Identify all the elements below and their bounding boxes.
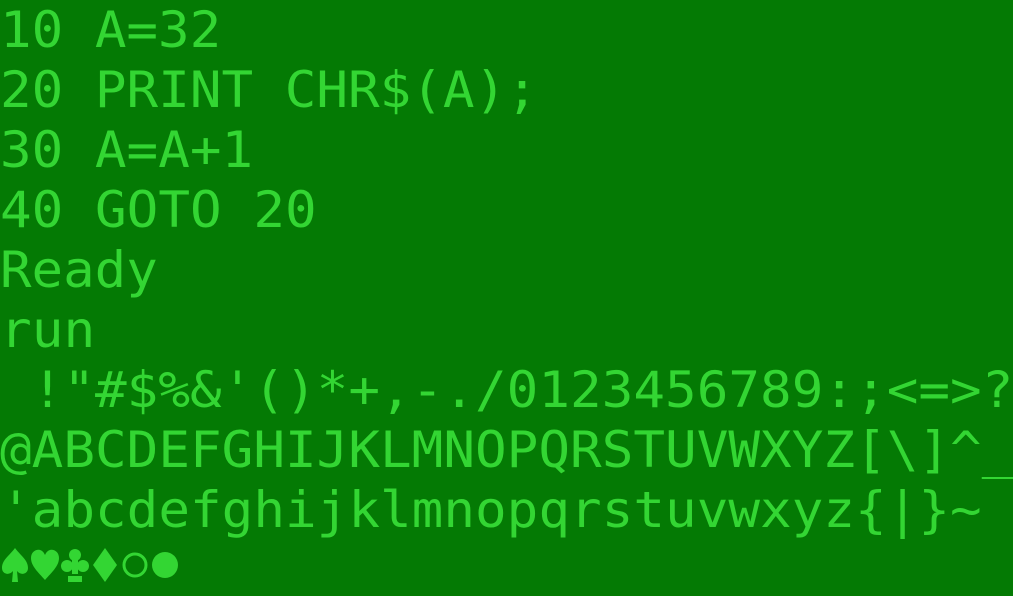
terminal-screen: 10 A=32 20 PRINT CHR$(A); 30 A=A+1 40 GO… bbox=[0, 0, 1013, 596]
output-line-lowercase: 'abcdefghijklmnopqrstuvwxyz{|}~ bbox=[0, 481, 982, 539]
output-line-graphic-glyphs bbox=[0, 540, 180, 592]
basic-line-10: 10 A=32 bbox=[0, 1, 222, 59]
basic-line-20: 20 PRINT CHR$(A); bbox=[0, 61, 538, 119]
basic-line-40: 40 GOTO 20 bbox=[0, 181, 317, 239]
circle-outline-icon bbox=[122, 552, 148, 578]
diamond-icon bbox=[93, 548, 117, 582]
output-line-uppercase: @ABCDEFGHIJKLMNOPQRSTUVWXYZ[\]^_ bbox=[0, 421, 1013, 479]
output-line-symbols-digits: !"#$%&'()*+,-./0123456789:;<=>? bbox=[0, 361, 1013, 419]
heart-icon bbox=[31, 549, 59, 580]
circle-filled-icon bbox=[152, 552, 178, 578]
club-icon bbox=[61, 549, 89, 582]
spade-icon bbox=[2, 548, 28, 582]
basic-line-30: 30 A=A+1 bbox=[0, 121, 254, 179]
ready-prompt: Ready bbox=[0, 241, 158, 299]
run-command: run bbox=[0, 301, 96, 359]
